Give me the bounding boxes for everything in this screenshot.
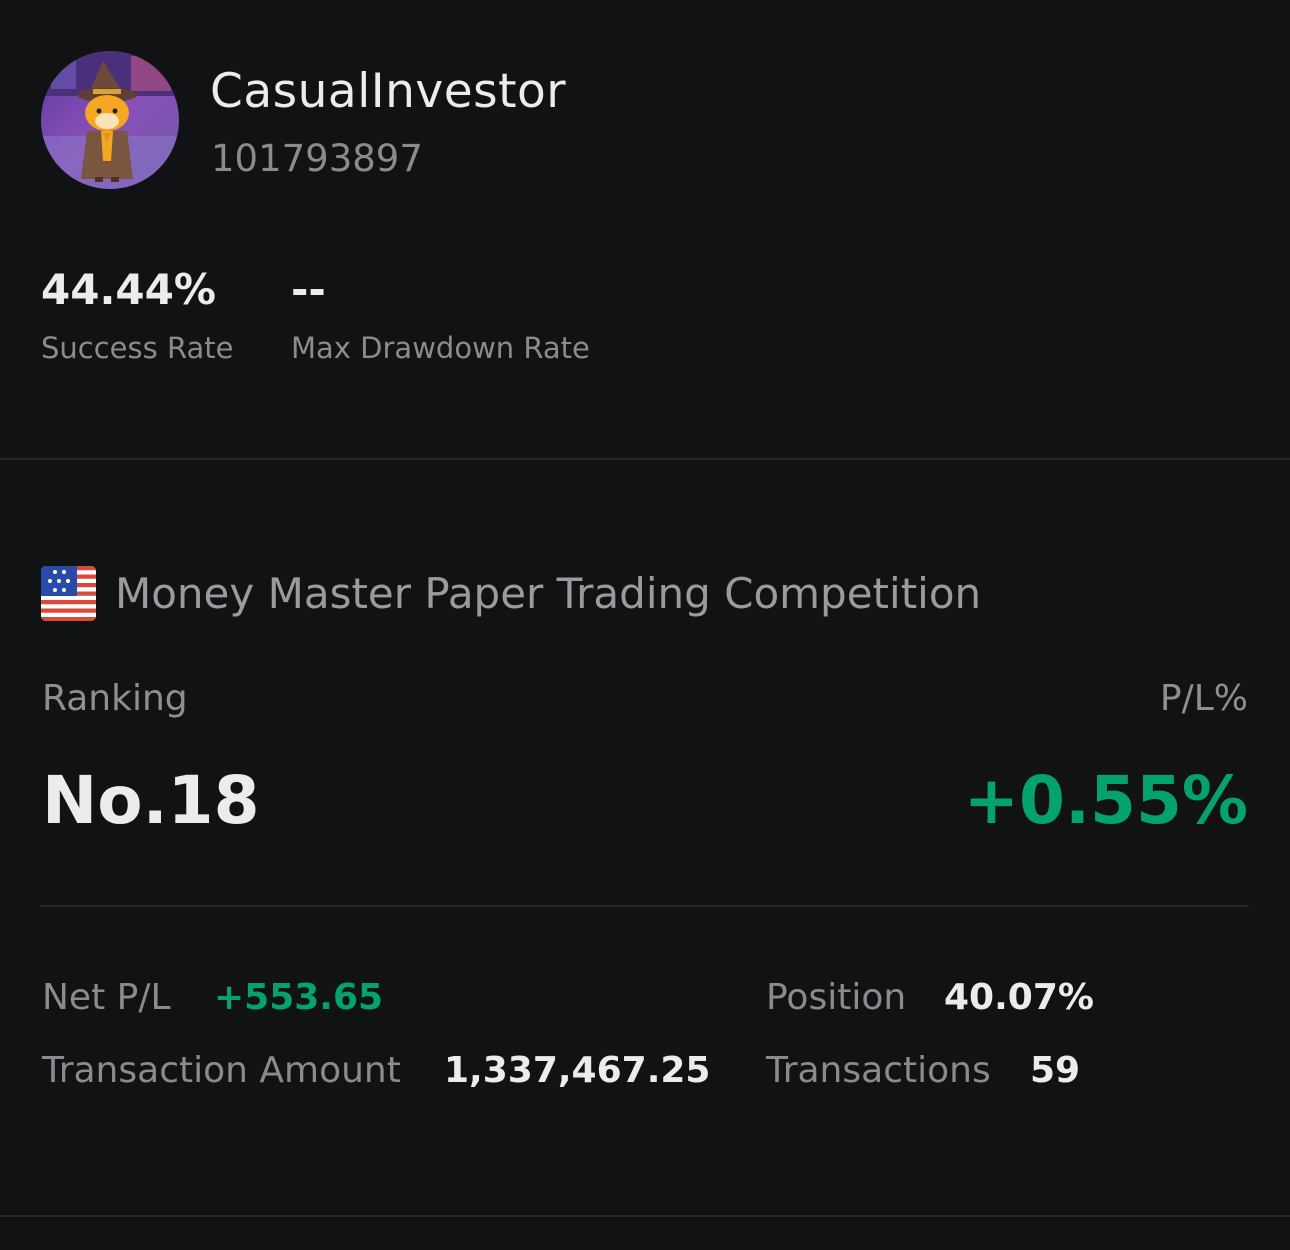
pl-percent-label: P/L% — [1159, 678, 1248, 719]
avatar[interactable] — [41, 51, 179, 189]
transaction-amount-value: 1,337,467.25 — [444, 1050, 711, 1091]
max-drawdown-value: -- — [291, 265, 326, 314]
ranking-value: No.18 — [42, 762, 260, 839]
ranking-label: Ranking — [42, 678, 188, 719]
competition-title: Money Master Paper Trading Competition — [115, 569, 982, 618]
bottom-divider — [0, 1215, 1290, 1217]
transactions-value: 59 — [1030, 1050, 1081, 1091]
position-value: 40.07% — [944, 977, 1094, 1018]
mascot-wizard-avatar-icon — [41, 51, 179, 189]
us-flag-icon — [41, 566, 96, 621]
max-drawdown-label: Max Drawdown Rate — [291, 331, 590, 365]
net-pl-value: +553.65 — [214, 977, 384, 1018]
section-divider — [0, 458, 1290, 460]
username: CasualInvestor — [210, 64, 567, 119]
success-rate-value: 44.44% — [41, 265, 216, 314]
position-label: Position — [766, 977, 907, 1018]
user-id: 101793897 — [211, 137, 423, 180]
pl-percent-value: +0.55% — [963, 762, 1248, 839]
transaction-amount-label: Transaction Amount — [42, 1050, 401, 1091]
card-divider — [41, 905, 1249, 907]
success-rate-label: Success Rate — [41, 331, 234, 365]
net-pl-label: Net P/L — [42, 977, 171, 1018]
transactions-label: Transactions — [766, 1050, 991, 1091]
